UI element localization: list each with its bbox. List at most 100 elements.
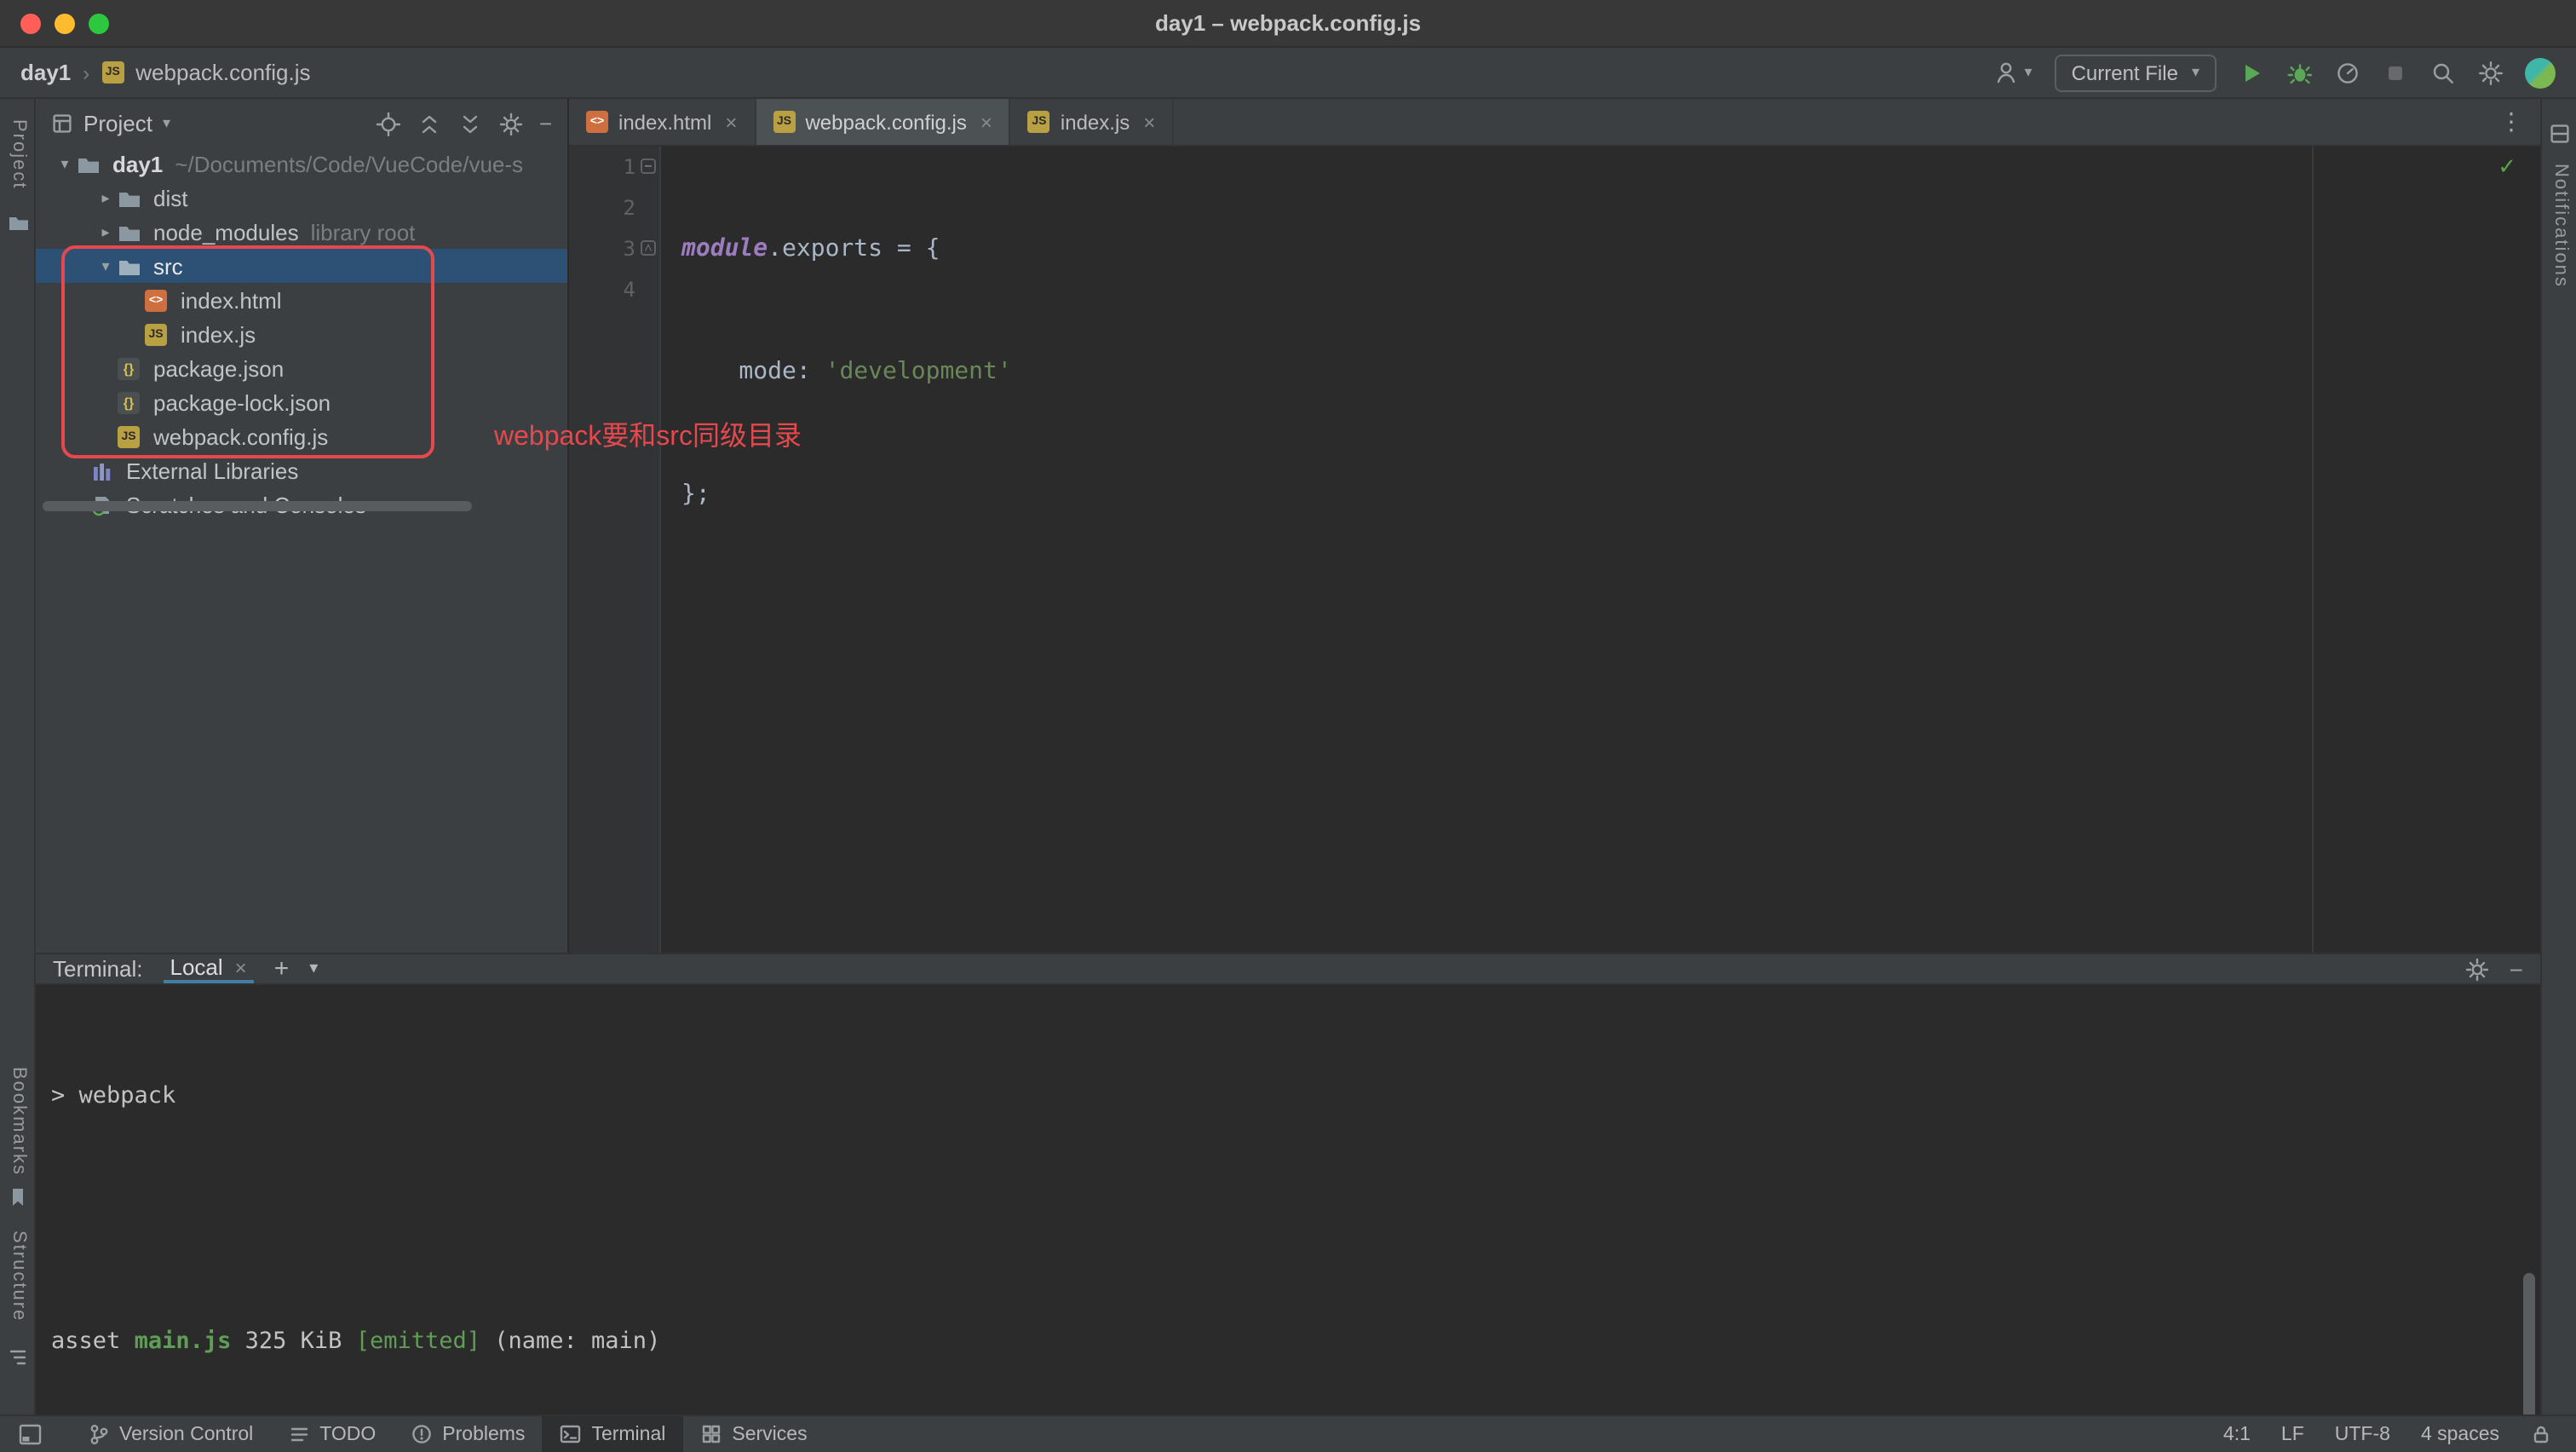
tree-row-index-js[interactable]: index.js — [36, 317, 567, 351]
statusbar-version-control[interactable]: Version Control — [70, 1416, 270, 1452]
tree-row-webpack-config-js[interactable]: webpack.config.js — [36, 419, 567, 453]
collapse-all-icon[interactable] — [457, 110, 483, 135]
stop-button[interactable] — [2382, 60, 2407, 85]
bookmark-icon — [13, 1189, 23, 1206]
statusbar-terminal[interactable]: Terminal — [542, 1416, 683, 1452]
tab-label: index.js — [1060, 110, 1130, 134]
locate-file-icon[interactable] — [376, 110, 401, 135]
profiler-button[interactable] — [2334, 60, 2360, 85]
line-number: 4 — [623, 278, 635, 302]
tree-row-index-html[interactable]: index.html — [36, 283, 567, 317]
more-tabs-icon[interactable]: ⋮ — [2482, 99, 2540, 145]
breadcrumb-file[interactable]: webpack.config.js — [135, 60, 310, 85]
user-icon — [1998, 62, 2015, 84]
project-view-icon — [53, 113, 72, 132]
tree-row-package-lock-json[interactable]: package-lock.json — [36, 385, 567, 419]
tool-stripe-bookmarks[interactable]: Bookmarks — [9, 1067, 29, 1176]
lock-icon[interactable] — [2530, 1423, 2552, 1445]
breadcrumb-project[interactable]: day1 — [20, 60, 71, 85]
tree-row-package-json[interactable]: package.json — [36, 351, 567, 385]
statusbar-item-label: TODO — [319, 1424, 377, 1444]
terminal-actions: − — [2464, 955, 2523, 982]
line-ending[interactable]: LF — [2281, 1424, 2304, 1444]
run-configuration-label: Current File — [2071, 60, 2178, 84]
statusbar-item-label: Services — [732, 1424, 808, 1444]
annotation-text: webpack要和src同级目录 — [494, 423, 802, 452]
code-content: module.exports = { mode: 'development' }… — [661, 147, 2540, 953]
js-file-icon — [101, 61, 124, 84]
close-icon[interactable]: × — [980, 110, 992, 134]
minimize-window-button[interactable] — [55, 14, 75, 34]
close-icon[interactable]: × — [235, 955, 247, 979]
ide-window: day1 – webpack.config.js day1 › webpack.… — [0, 0, 2576, 1452]
statusbar-todo[interactable]: TODO — [270, 1416, 393, 1452]
statusbar-services[interactable]: Services — [682, 1416, 824, 1452]
tree-item-label: External Libraries — [126, 458, 299, 483]
panel-settings-gear-icon[interactable] — [498, 110, 524, 135]
statusbar-item-label: Version Control — [119, 1424, 254, 1444]
js-file-icon — [118, 425, 140, 447]
close-icon[interactable]: × — [725, 110, 737, 134]
hide-panel-icon[interactable]: − — [539, 110, 552, 135]
settings-gear-icon[interactable] — [2477, 60, 2503, 85]
tool-stripe-notifications[interactable]: Notifications — [2550, 164, 2571, 288]
terminal-settings-gear-icon[interactable] — [2464, 956, 2489, 982]
run-configuration-select[interactable]: Current File ▾ — [2054, 54, 2217, 91]
user-avatar[interactable] — [2525, 57, 2556, 88]
search-everywhere-icon[interactable] — [2429, 60, 2455, 85]
debug-button[interactable] — [2286, 60, 2312, 85]
indent-setting[interactable]: 4 spaces — [2421, 1424, 2499, 1444]
folder-icon — [119, 260, 140, 274]
tree-row-dist[interactable]: ▸ dist — [36, 181, 567, 215]
tool-stripe-structure[interactable]: Structure — [9, 1230, 29, 1322]
chevron-right-icon[interactable]: ▸ — [94, 222, 118, 241]
close-window-button[interactable] — [20, 14, 41, 34]
tree-item-label: package.json — [153, 355, 285, 381]
tab-webpack-config-js[interactable]: webpack.config.js × — [756, 99, 1011, 145]
tree-row-node-modules[interactable]: ▸ node_modules library root — [36, 215, 567, 249]
code-line: module.exports = { — [681, 235, 940, 262]
tab-index-html[interactable]: index.html × — [569, 99, 756, 145]
tree-item-label: webpack.config.js — [153, 424, 329, 449]
terminal-scrollbar[interactable] — [2523, 1273, 2535, 1421]
project-tree: ▾ day1 ~/Documents/Code/VueCode/vue-s ▸ … — [36, 147, 567, 521]
code-editor[interactable]: 1 2 3 4 − ˄ module.exports = { mode: 'de… — [569, 147, 2540, 953]
expand-all-icon[interactable] — [417, 110, 442, 135]
code-with-me-button[interactable]: ▾ — [1994, 60, 2033, 85]
chevron-down-icon[interactable]: ▾ — [163, 113, 170, 132]
tree-row-src[interactable]: ▾ src — [36, 249, 567, 283]
code-line: mode: 'development' — [681, 358, 1012, 385]
close-icon[interactable]: × — [1143, 110, 1155, 134]
chevron-down-icon[interactable]: ▾ — [309, 959, 318, 978]
terminal-tab-local[interactable]: Local × — [163, 954, 254, 983]
line-number: 2 — [623, 196, 635, 220]
tree-row-external-libraries[interactable]: External Libraries — [36, 453, 567, 487]
project-panel-title[interactable]: Project — [83, 110, 152, 135]
inspections-ok-icon[interactable]: ✓ — [2498, 153, 2516, 181]
terminal-output[interactable]: > webpack asset main.js 325 KiB [emitted… — [36, 985, 2540, 1452]
horizontal-scrollbar[interactable] — [43, 501, 472, 511]
new-terminal-icon[interactable]: + — [274, 954, 290, 983]
html-file-icon — [145, 289, 167, 311]
fold-collapse-icon[interactable]: − — [641, 158, 656, 174]
file-encoding[interactable]: UTF-8 — [2335, 1424, 2390, 1444]
hide-terminal-icon[interactable]: − — [2510, 955, 2523, 982]
run-button[interactable] — [2239, 60, 2264, 85]
tab-index-js[interactable]: index.js × — [1011, 99, 1175, 145]
tree-row-day1[interactable]: ▾ day1 ~/Documents/Code/VueCode/vue-s — [36, 147, 567, 181]
git-branch-icon — [90, 1425, 108, 1444]
chevron-down-icon[interactable]: ▾ — [94, 256, 118, 275]
problems-icon — [411, 1425, 431, 1443]
statusbar-right: 4:1 LF UTF-8 4 spaces — [2223, 1423, 2559, 1445]
statusbar-problems[interactable]: Problems — [393, 1416, 542, 1452]
tool-window-switcher-icon[interactable] — [17, 1421, 43, 1447]
tool-stripe-project[interactable]: Project — [9, 119, 29, 190]
chevron-down-icon: ▾ — [2191, 63, 2199, 80]
chevron-down-icon[interactable]: ▾ — [53, 154, 77, 173]
chevron-right-icon[interactable]: ▸ — [94, 188, 118, 207]
fold-end-icon[interactable]: ˄ — [641, 240, 656, 256]
zoom-window-button[interactable] — [89, 14, 109, 34]
cursor-position[interactable]: 4:1 — [2223, 1424, 2251, 1444]
tab-label: index.html — [618, 110, 712, 134]
